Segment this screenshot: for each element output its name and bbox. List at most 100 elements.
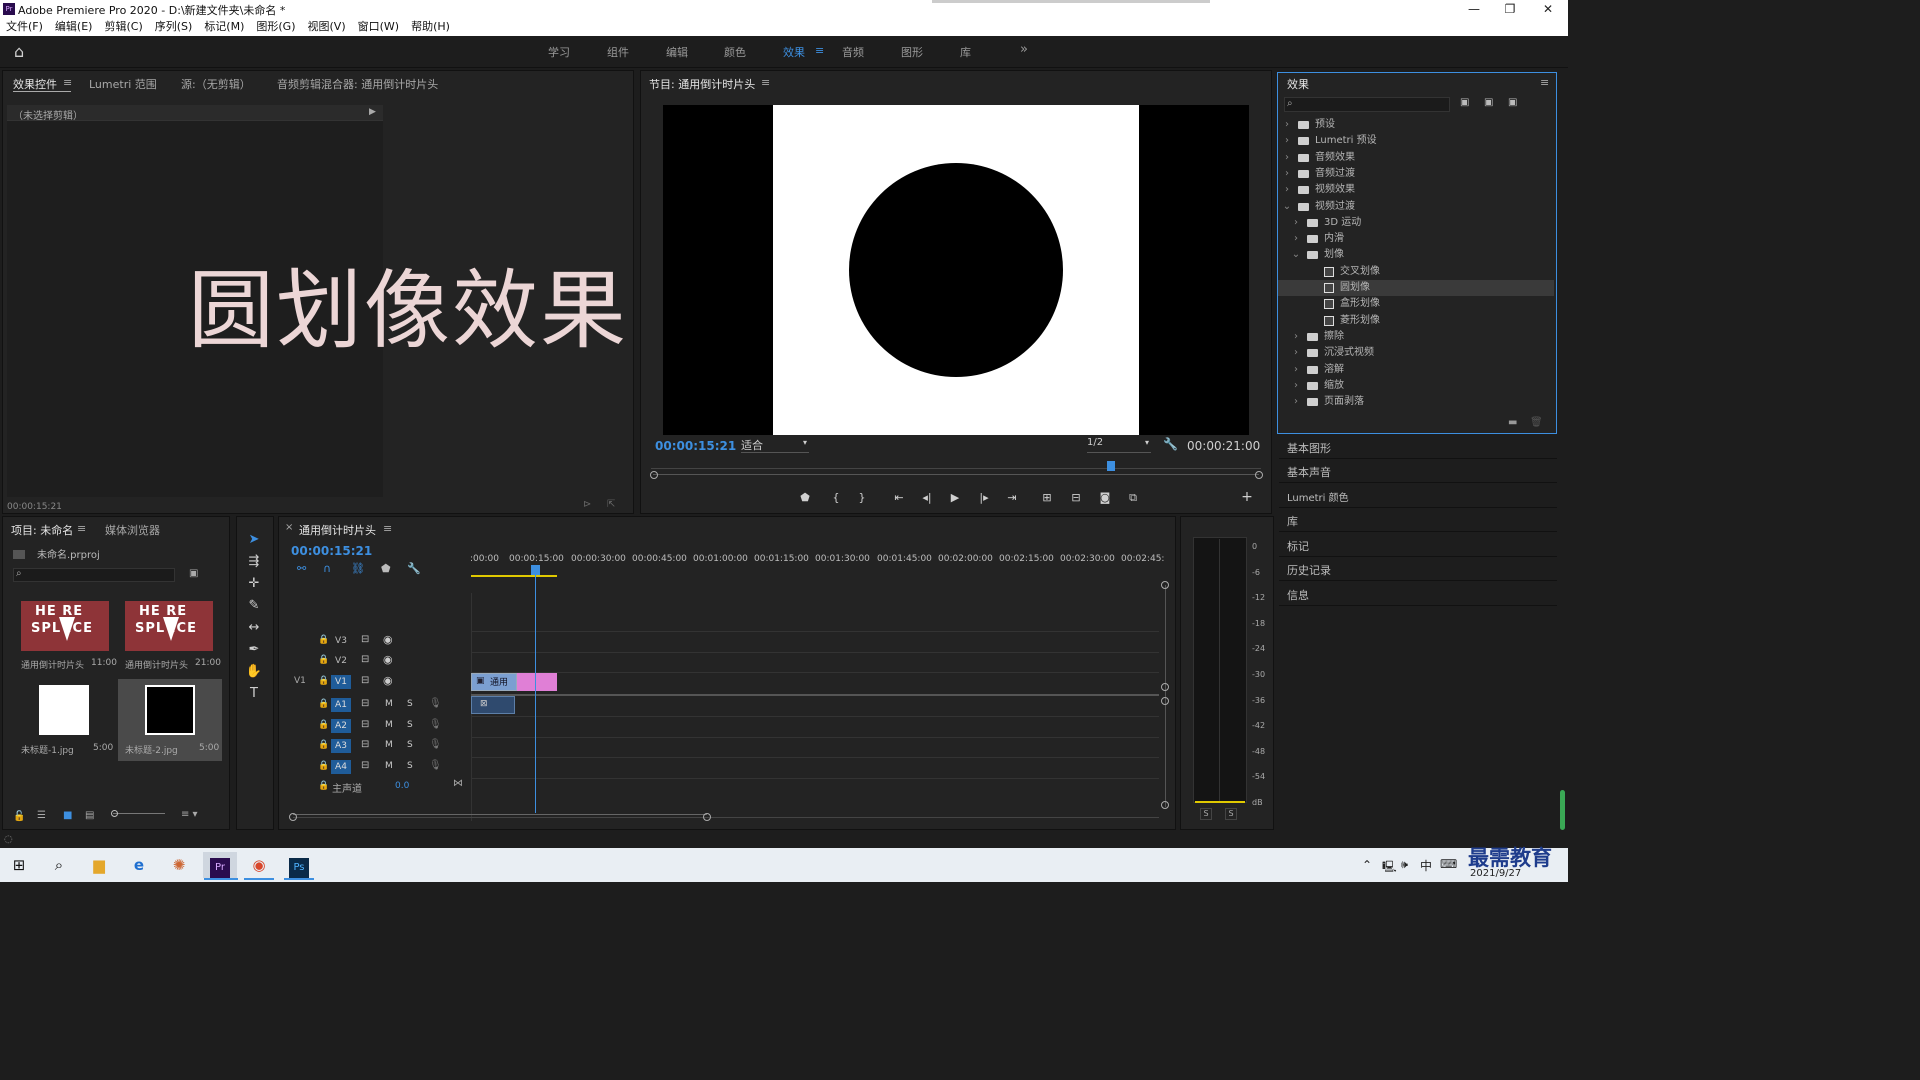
workspace-assembly[interactable]: 组件 xyxy=(607,44,629,60)
source-patch-v1[interactable]: V1 xyxy=(294,676,306,686)
effects-menu-icon[interactable]: ≡ xyxy=(1540,76,1549,89)
project-search-input[interactable]: ⌕ xyxy=(13,568,175,582)
eye-icon[interactable]: ◉ xyxy=(383,653,393,666)
input-mode-icon[interactable]: ⌨ xyxy=(1440,857,1457,871)
ripple-edit-tool-icon[interactable]: ✛ xyxy=(244,576,264,594)
eye-icon[interactable]: ◉ xyxy=(383,674,393,687)
menu-marker[interactable]: 标记(M) xyxy=(204,18,244,36)
eye-icon[interactable]: ◉ xyxy=(383,633,393,646)
tray-expand-icon[interactable]: ⌃ xyxy=(1362,858,1372,872)
volume-icon[interactable]: 🕪 xyxy=(1401,858,1408,872)
chevron-right-icon[interactable]: › xyxy=(1291,378,1301,394)
add-marker-icon[interactable]: ⬟ xyxy=(796,491,814,505)
chevron-down-icon[interactable]: ⌄ xyxy=(1282,199,1292,215)
program-timecode[interactable]: 00:00:15:21 xyxy=(655,439,736,453)
workspace-learn[interactable]: 学习 xyxy=(548,44,570,60)
timeline-settings-icon[interactable]: 🔧 xyxy=(407,562,421,575)
linked-selection-icon[interactable]: ⛓ xyxy=(351,562,365,575)
freeform-view-icon[interactable]: ▤ xyxy=(85,810,94,821)
panel-libraries[interactable]: 库 xyxy=(1287,513,1298,529)
more-workspaces-icon[interactable]: » xyxy=(1020,42,1028,57)
effects-tree-item[interactable]: › 沉浸式视频 xyxy=(1278,345,1554,361)
effects-tree-item[interactable]: › 音频过渡 xyxy=(1278,166,1554,182)
step-back-icon[interactable]: ◂| xyxy=(918,491,936,505)
horizontal-scrollbar[interactable] xyxy=(293,814,707,821)
timeline-playhead[interactable] xyxy=(531,565,540,575)
chrome-icon[interactable]: ◉ xyxy=(242,852,276,878)
track-label[interactable]: A1 xyxy=(331,698,351,712)
tab-audio-clip-mixer[interactable]: 音频剪辑混合器: 通用倒计时片头 xyxy=(277,76,438,92)
new-bin-icon[interactable]: ▣ xyxy=(189,568,198,579)
menu-help[interactable]: 帮助(H) xyxy=(411,18,450,36)
chevron-right-icon[interactable]: › xyxy=(1291,394,1301,410)
lock-icon[interactable]: 🔒 xyxy=(318,635,329,645)
razor-tool-icon[interactable]: ✎ xyxy=(244,598,264,616)
timeline-playhead-line[interactable] xyxy=(535,567,536,813)
hand-tool-icon[interactable]: ✋ xyxy=(244,664,264,682)
edge-browser-icon[interactable]: e xyxy=(122,852,156,878)
chevron-right-icon[interactable]: › xyxy=(1291,231,1301,247)
panel-menu-icon[interactable]: ≡ xyxy=(63,76,72,89)
windows-start-icon[interactable]: ⊞ xyxy=(2,852,36,878)
pen-tool-icon[interactable]: ✒ xyxy=(244,642,264,660)
list-view-icon[interactable]: ☰ xyxy=(37,810,46,821)
effects-tree-item[interactable]: 盒形划像 xyxy=(1278,296,1554,312)
sync-lock-icon[interactable]: ⊟ xyxy=(361,719,369,730)
effects-tree-item[interactable]: ⌄ 划像 xyxy=(1278,247,1554,263)
solo-right-button[interactable]: S xyxy=(1225,808,1237,820)
type-tool-icon[interactable]: T xyxy=(244,686,264,704)
minimize-button[interactable]: — xyxy=(1456,0,1492,18)
resolution-dropdown[interactable]: 1/2 ▾ xyxy=(1087,437,1151,453)
menu-graphics[interactable]: 图形(G) xyxy=(256,18,295,36)
effects-tree-item[interactable]: 交叉划像 xyxy=(1278,264,1554,280)
tab-project[interactable]: 项目: 未命名 xyxy=(11,522,73,538)
video-clip[interactable]: ▣ 通用 xyxy=(471,673,517,691)
solo-button[interactable]: S xyxy=(407,720,413,730)
chevron-right-icon[interactable]: › xyxy=(1291,362,1301,378)
chevron-right-icon[interactable]: › xyxy=(1291,215,1301,231)
chevron-right-icon[interactable]: › xyxy=(1282,117,1292,133)
expand-arrow-icon[interactable]: ▶ xyxy=(369,107,376,117)
panel-essential-sound[interactable]: 基本声音 xyxy=(1287,464,1331,480)
workspace-effects[interactable]: 效果 xyxy=(783,44,805,60)
chevron-right-icon[interactable]: › xyxy=(1282,133,1292,149)
accelerated-effects-icon[interactable]: ▣ xyxy=(1460,97,1469,108)
track-label[interactable]: V2 xyxy=(331,654,351,668)
effects-tree-item[interactable]: 圆划像 xyxy=(1278,280,1554,296)
zoom-handle-left[interactable] xyxy=(650,471,658,479)
microphone-icon[interactable]: 🎙 xyxy=(429,719,442,730)
add-marker-icon[interactable]: ⬟ xyxy=(381,562,391,575)
mute-button[interactable]: M xyxy=(385,740,393,750)
maximize-button[interactable]: ❐ xyxy=(1492,0,1528,18)
menu-window[interactable]: 窗口(W) xyxy=(358,18,399,36)
tab-media-browser[interactable]: 媒体浏览器 xyxy=(105,522,160,538)
yuv-effects-icon[interactable]: ▣ xyxy=(1508,97,1517,108)
tab-source[interactable]: 源:（无剪辑） xyxy=(181,76,251,92)
lock-icon[interactable]: 🔒 xyxy=(318,720,329,730)
vertical-zoom-bar[interactable] xyxy=(1165,585,1166,807)
effects-tree-item[interactable]: › 溶解 xyxy=(1278,362,1554,378)
timeline-menu-icon[interactable]: ≡ xyxy=(383,522,392,535)
panel-markers[interactable]: 标记 xyxy=(1287,538,1309,554)
effects-tree-item[interactable]: › Lumetri 预设 xyxy=(1278,133,1554,149)
sync-lock-icon[interactable]: ⊟ xyxy=(361,675,369,686)
mark-out-icon[interactable]: } xyxy=(853,491,871,505)
play-icon[interactable]: ▶ xyxy=(946,491,964,505)
sync-lock-icon[interactable]: ⊟ xyxy=(361,634,369,645)
lock-icon[interactable]: 🔒 xyxy=(318,740,329,750)
lock-icon[interactable]: 🔒 xyxy=(318,781,329,791)
chevron-right-icon[interactable]: › xyxy=(1282,166,1292,182)
close-button[interactable]: ✕ xyxy=(1530,0,1566,18)
project-item-thumbnail[interactable] xyxy=(39,685,89,735)
menu-clip[interactable]: 剪辑(C) xyxy=(104,18,142,36)
32bit-effects-icon[interactable]: ▣ xyxy=(1484,97,1493,108)
audio-clip[interactable]: ⊠ xyxy=(471,696,515,714)
track-label[interactable]: V1 xyxy=(331,675,351,689)
microphone-icon[interactable]: 🎙 xyxy=(429,698,442,709)
effects-tree-item[interactable]: 菱形划像 xyxy=(1278,313,1554,329)
zoom-bar[interactable] xyxy=(653,474,1259,475)
lift-icon[interactable]: ⊞ xyxy=(1038,491,1056,505)
panel-essential-graphics[interactable]: 基本图形 xyxy=(1287,440,1331,456)
go-to-out-icon[interactable]: ⇥ xyxy=(1003,491,1021,505)
slip-tool-icon[interactable]: ↔ xyxy=(244,620,264,638)
